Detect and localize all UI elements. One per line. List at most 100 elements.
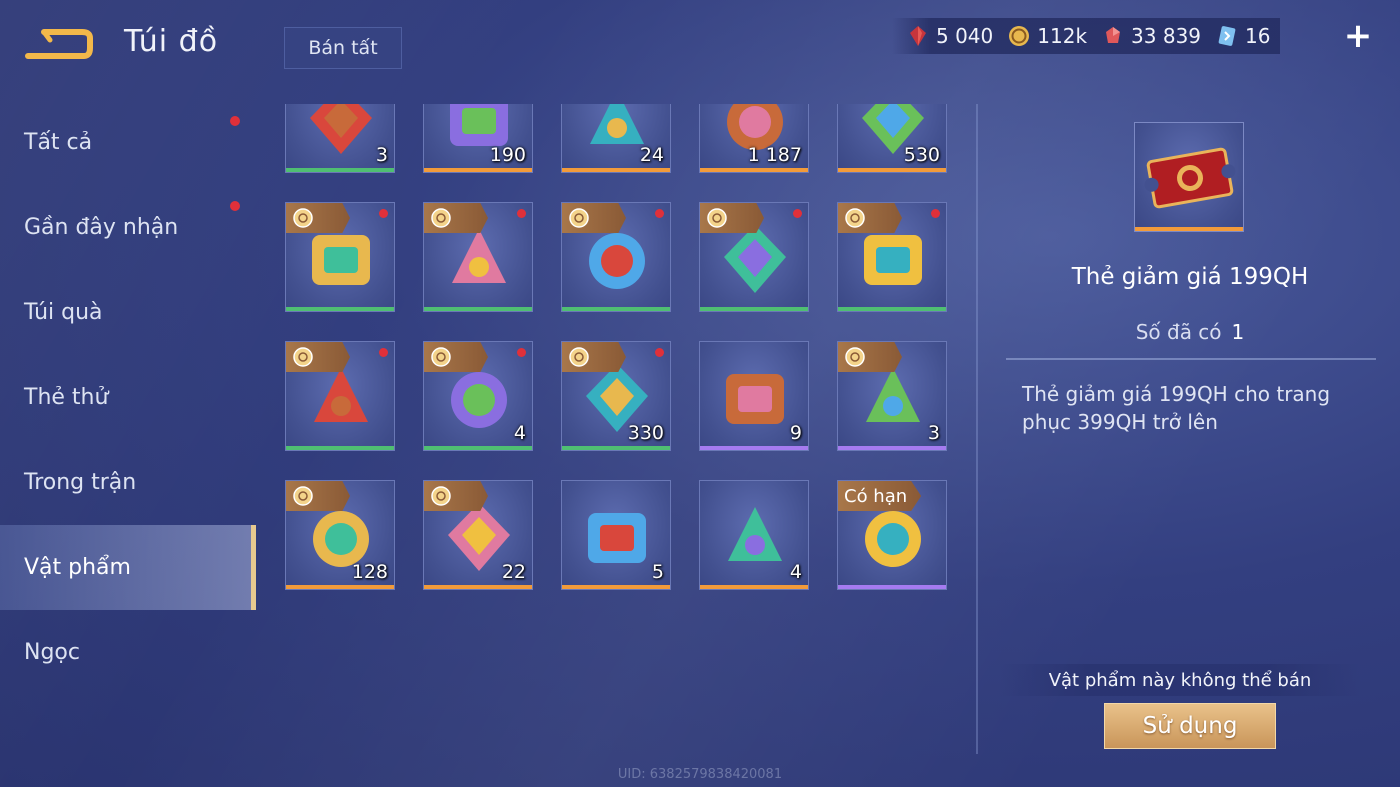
inventory-item[interactable]	[561, 202, 671, 312]
add-currency-button[interactable]: +	[1340, 16, 1376, 56]
inventory-item[interactable]: Có hạn	[837, 480, 947, 590]
ruby-icon	[1106, 27, 1121, 43]
notification-dot	[230, 116, 240, 126]
token-tag-icon	[286, 203, 350, 233]
item-count: 1 187	[747, 144, 802, 166]
coin-icon	[293, 347, 313, 367]
coin-icon	[845, 208, 865, 228]
sidebar-item-recent[interactable]: Gần đây nhận	[0, 185, 256, 270]
sidebar-item-gems[interactable]: Ngọc	[0, 610, 256, 695]
inventory-item[interactable]	[699, 202, 809, 312]
rarity-bar	[562, 307, 670, 311]
token-tag-icon	[286, 342, 350, 372]
rarity-bar	[424, 446, 532, 450]
coin-icon	[293, 486, 313, 506]
notification-dot	[655, 348, 664, 357]
item-count: 330	[627, 422, 664, 444]
inventory-item[interactable]	[285, 202, 395, 312]
gold-coin-icon	[1009, 26, 1030, 46]
owned-label: Số đã có	[1135, 320, 1222, 344]
item-count: 3	[375, 144, 388, 166]
rarity-bar	[1135, 227, 1243, 231]
item-art-icon	[588, 513, 646, 563]
inventory-item[interactable]: 4	[699, 480, 809, 590]
rarity-bar	[424, 585, 532, 589]
inventory-item[interactable]	[837, 202, 947, 312]
token-tag-icon	[700, 203, 764, 233]
selected-item-icon	[1134, 122, 1244, 232]
back-button[interactable]	[24, 26, 94, 64]
item-count: 5	[651, 561, 664, 583]
notification-dot	[379, 348, 388, 357]
rarity-bar	[562, 585, 670, 589]
back-arrow-icon	[25, 29, 93, 59]
notification-dot	[517, 209, 526, 218]
sidebar-item-label: Túi quà	[24, 300, 103, 325]
currency-value: 33 839	[1131, 24, 1202, 48]
currency-red-gem[interactable]: 5 040	[906, 24, 993, 48]
blue-card-icon	[1218, 26, 1236, 46]
sidebar-item-trial-cards[interactable]: Thẻ thử	[0, 355, 256, 440]
cannot-sell-notice: Vật phẩm này không thể bán	[1000, 664, 1360, 696]
inventory-item[interactable]: 9	[699, 341, 809, 451]
item-art-icon	[728, 507, 782, 561]
red-gem-icon	[910, 26, 926, 46]
item-art-icon	[726, 374, 784, 424]
coin-icon	[431, 486, 451, 506]
coin-icon	[431, 347, 451, 367]
sidebar-item-gift-bags[interactable]: Túi quà	[0, 270, 256, 355]
inventory-item[interactable]: 1 187	[699, 104, 809, 173]
token-tag-icon	[424, 203, 488, 233]
currency-value: 16	[1245, 24, 1271, 48]
item-count: 3	[927, 422, 940, 444]
token-tag-icon	[838, 342, 902, 372]
inventory-item[interactable]	[285, 341, 395, 451]
limited-tag: Có hạn	[838, 481, 922, 511]
sidebar-item-all[interactable]: Tất cả	[0, 100, 256, 185]
sidebar-item-label: Vật phẩm	[24, 555, 131, 580]
sidebar-item-items[interactable]: Vật phẩm	[0, 525, 256, 610]
sell-all-button[interactable]: Bán tất	[284, 27, 402, 69]
currency-blue-card[interactable]: 16	[1215, 24, 1270, 48]
inventory-item[interactable]: 330	[561, 341, 671, 451]
inventory-item[interactable]: 128	[285, 480, 395, 590]
use-button[interactable]: Sử dụng	[1104, 703, 1276, 749]
rarity-bar	[700, 307, 808, 311]
rarity-bar	[286, 446, 394, 450]
inventory-item[interactable]: 530	[837, 104, 947, 173]
rarity-bar	[424, 168, 532, 172]
token-tag-icon	[562, 203, 626, 233]
inventory-item[interactable]	[423, 202, 533, 312]
owned-count: Số đã có 1	[1000, 320, 1380, 344]
detail-divider	[1006, 358, 1376, 360]
rarity-bar	[424, 307, 532, 311]
sidebar-item-label: Tất cả	[24, 130, 93, 155]
rarity-bar	[562, 168, 670, 172]
inventory-item[interactable]: 190	[423, 104, 533, 173]
inventory-item[interactable]: 22	[423, 480, 533, 590]
sidebar-item-label: Thẻ thử	[24, 385, 109, 410]
inventory-scroll-area[interactable]: 42463437793190241 1875304330931282254Có …	[270, 104, 970, 750]
currency-ruby[interactable]: 33 839	[1101, 24, 1201, 48]
rarity-bar	[838, 446, 946, 450]
inventory-item[interactable]: 4	[423, 341, 533, 451]
token-tag-icon	[286, 481, 350, 511]
token-tag-icon	[562, 342, 626, 372]
inventory-item[interactable]: 5	[561, 480, 671, 590]
item-count: 24	[639, 144, 664, 166]
inventory-item[interactable]: 3	[285, 104, 395, 173]
sidebar-item-label: Trong trận	[24, 470, 137, 495]
rarity-bar	[562, 446, 670, 450]
inventory-item[interactable]: 24	[561, 104, 671, 173]
inventory-grid: 42463437793190241 1875304330931282254Có …	[285, 104, 947, 590]
notification-dot	[931, 209, 940, 218]
selected-item-name: Thẻ giảm giá 199QH	[1071, 264, 1309, 290]
rarity-bar	[838, 168, 946, 172]
inventory-item[interactable]: 3	[837, 341, 947, 451]
page-title: Túi đồ	[124, 24, 219, 59]
currency-gold-coin[interactable]: 112k	[1007, 24, 1087, 48]
token-tag-icon	[838, 203, 902, 233]
coin-icon	[569, 347, 589, 367]
coin-icon	[431, 208, 451, 228]
sidebar-item-in-match[interactable]: Trong trận	[0, 440, 256, 525]
